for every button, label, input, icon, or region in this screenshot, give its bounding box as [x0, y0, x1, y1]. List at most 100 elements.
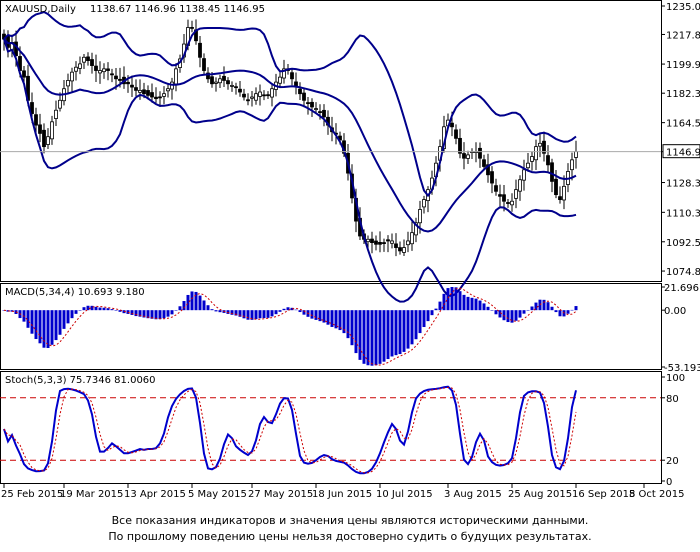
macd-bar — [62, 310, 66, 329]
macd-bar — [258, 310, 262, 319]
candle-body — [66, 80, 70, 87]
time-axis-label: 16 Sep 2015 — [572, 489, 635, 500]
macd-bar — [198, 295, 202, 311]
price-axis-label: 1164.50 — [666, 119, 700, 130]
candle-body — [250, 96, 254, 99]
macd-bar — [70, 310, 74, 319]
stoch-axis-label: 80 — [666, 394, 679, 405]
candle-body — [310, 101, 314, 108]
candle-body — [78, 63, 82, 69]
macd-bar — [402, 310, 406, 352]
candle-body — [74, 66, 78, 72]
macd-bar — [506, 310, 510, 323]
candle-body — [398, 247, 402, 252]
price-axis-label: 1146.95 — [666, 148, 700, 159]
macd-bar — [530, 306, 534, 311]
macd-bar — [398, 310, 402, 355]
candle-body — [114, 75, 118, 80]
candle-body — [98, 70, 102, 74]
macd-bar — [422, 310, 426, 328]
candle-body — [22, 70, 26, 78]
candle-body — [270, 88, 274, 98]
candle-body — [134, 87, 138, 91]
candle-body — [86, 56, 90, 62]
macd-bar — [550, 306, 554, 311]
price-axis-label: 1128.30 — [666, 179, 700, 190]
candle-body — [214, 81, 218, 84]
candle-body — [70, 71, 74, 82]
macd-bar — [366, 310, 370, 366]
candle-body — [394, 243, 398, 248]
candle-body — [490, 171, 494, 184]
macd-bar — [526, 309, 530, 311]
macd-bar — [58, 310, 62, 335]
candle-body — [478, 147, 482, 159]
macd-bar — [442, 293, 446, 311]
macd-bar — [558, 310, 562, 317]
macd-bar — [358, 310, 362, 360]
macd-bar — [182, 301, 186, 311]
macd-axis-label: 0.00 — [664, 306, 686, 317]
macd-bar — [270, 310, 274, 317]
macd-bar — [374, 310, 378, 366]
macd-bar — [266, 310, 270, 318]
candle-body — [90, 59, 94, 66]
macd-bar — [514, 310, 518, 321]
macd-bar — [34, 310, 38, 340]
candle-body — [318, 111, 322, 113]
macd-bar — [166, 310, 170, 317]
candle-body — [506, 202, 510, 204]
candle-body — [458, 137, 462, 154]
macd-bar — [50, 310, 54, 345]
macd-bar — [510, 310, 514, 323]
macd-bar — [162, 310, 166, 319]
candle-body — [102, 68, 106, 73]
price-axis-label: 1110.30 — [666, 208, 700, 219]
macd-bar — [542, 299, 546, 311]
disclaimer-line-1: Все показания индикаторов и значения цен… — [111, 514, 589, 527]
candle-body — [238, 88, 242, 93]
price-axis-label: 1199.90 — [666, 60, 700, 71]
candle-body — [154, 96, 158, 100]
macd-bar — [106, 308, 110, 311]
macd-bar — [354, 310, 358, 354]
candle-body — [482, 159, 486, 167]
candle-body — [110, 73, 114, 76]
disclaimer-line-2: По прошлому поведению цены нельзя достов… — [108, 530, 592, 543]
macd-bar — [314, 310, 318, 320]
macd-bar — [318, 310, 322, 322]
candle-body — [190, 27, 194, 29]
price-axis-label: 1092.50 — [666, 238, 700, 249]
macd-bar — [114, 310, 118, 311]
macd-bar — [38, 310, 42, 344]
candle-body — [210, 76, 214, 85]
candle-body — [518, 179, 522, 192]
candle-body — [562, 185, 566, 201]
candle-body — [462, 153, 466, 159]
macd-bar — [66, 310, 70, 324]
candle-body — [54, 109, 58, 119]
candle-body — [34, 114, 38, 126]
macd-bar — [386, 310, 390, 360]
time-axis-label: 27 May 2015 — [248, 489, 313, 500]
candle-body — [302, 92, 306, 101]
macd-bar — [174, 310, 178, 311]
macd-bar — [54, 310, 58, 341]
candle-body — [150, 92, 154, 98]
candle-body — [322, 109, 326, 118]
macd-bar — [426, 310, 430, 322]
candle-body — [570, 159, 574, 171]
macd-bar — [202, 300, 206, 311]
candle-body — [290, 72, 294, 80]
candle-body — [126, 81, 130, 85]
macd-bar — [394, 310, 398, 356]
macd-bar — [346, 310, 350, 339]
candle-body — [234, 86, 238, 89]
candle-body — [370, 238, 374, 243]
macd-bar — [490, 310, 494, 311]
candle-body — [50, 121, 54, 140]
disclaimer: Все показания индикаторов и значения цен… — [0, 513, 700, 545]
macd-bar — [350, 310, 354, 346]
price-symbol-label: XAUUSD,Daily — [5, 4, 76, 15]
macd-bar — [46, 310, 50, 348]
